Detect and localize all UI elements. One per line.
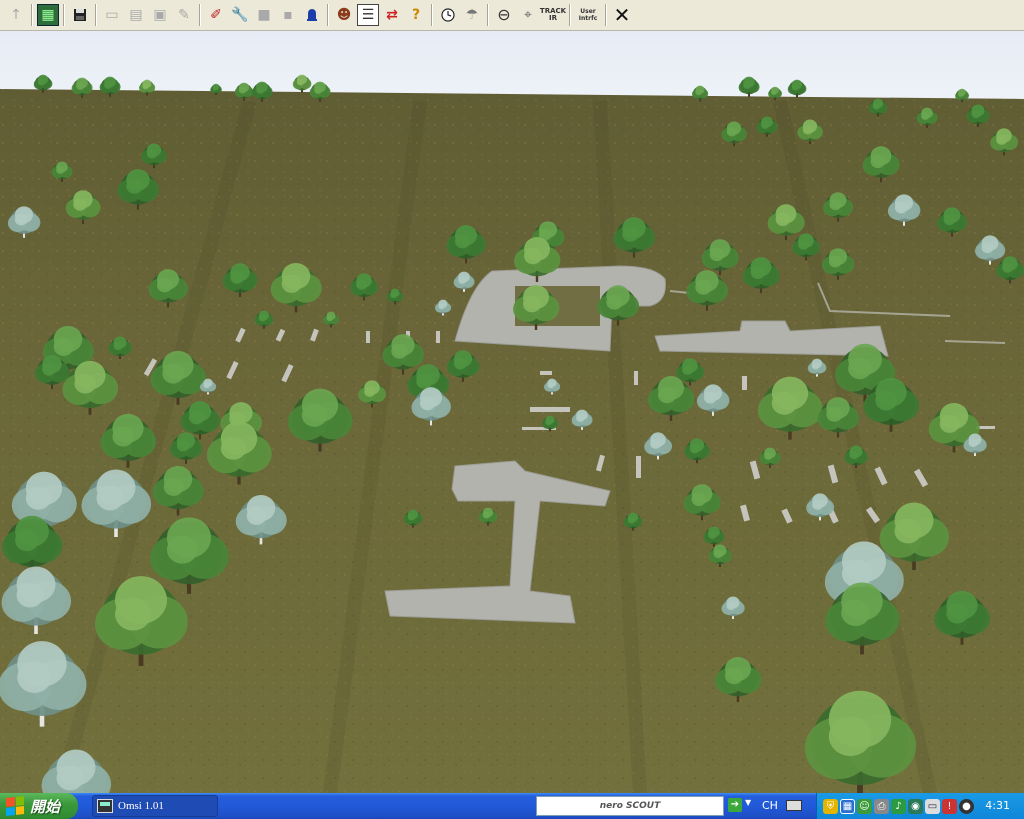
swap-icon[interactable]: ⇄: [381, 4, 403, 26]
bell-icon[interactable]: [301, 4, 323, 26]
spline-icon[interactable]: ✐: [205, 4, 227, 26]
nero-scout-search-input[interactable]: nero SCOUT: [536, 796, 724, 816]
new-icon[interactable]: ▭: [101, 4, 123, 26]
mouse-icon[interactable]: ⌖: [517, 4, 539, 26]
trackir-icon[interactable]: TRACK IR: [540, 4, 566, 26]
taskbar-item-omsi[interactable]: Omsi 1.01: [92, 795, 218, 817]
speaker-icon[interactable]: ♪: [891, 798, 906, 814]
omsi-app-icon: [97, 799, 113, 813]
up-arrow-icon[interactable]: ↑: [5, 4, 27, 26]
network-icon[interactable]: ▦: [840, 798, 855, 814]
system-tray: ⛨ ▦ ☺ ⎙ ♪ ◉ ▭ ! ● 4:31: [816, 793, 1024, 819]
disk-icon[interactable]: ◉: [908, 798, 923, 814]
nero-scout-logo: nero SCOUT: [599, 801, 661, 811]
person-icon[interactable]: ☻: [333, 4, 355, 26]
windows-taskbar: 開始 Omsi 1.01 nero SCOUT ➔ ▼ CH ⛨ ▦ ☺ ⎙ ♪…: [0, 793, 1024, 819]
gray-block2-icon[interactable]: ▪: [277, 4, 299, 26]
view-icon[interactable]: ⊖: [493, 4, 515, 26]
terrain-scene: [0, 31, 1024, 793]
alert-icon[interactable]: !: [942, 798, 957, 814]
close-icon[interactable]: ✕: [611, 4, 633, 26]
toolbar-separator: [327, 4, 329, 26]
map-icon[interactable]: ▦: [37, 4, 59, 26]
msn-icon[interactable]: ☺: [857, 798, 872, 814]
start-label: 開始: [30, 797, 61, 816]
toolbar-separator: [63, 4, 65, 26]
help-icon[interactable]: ?: [405, 4, 427, 26]
shield-icon[interactable]: ⛨: [823, 798, 838, 814]
chevron-down-icon[interactable]: ▼: [745, 798, 751, 807]
toolbar-separator: [487, 4, 489, 26]
list-icon[interactable]: ☰: [357, 4, 379, 26]
brush-icon[interactable]: ✎: [173, 4, 195, 26]
save-icon[interactable]: [69, 4, 91, 26]
gray-block-icon[interactable]: ■: [253, 4, 275, 26]
wrench-icon[interactable]: 🔧: [229, 4, 251, 26]
printer-icon[interactable]: ⎙: [874, 798, 889, 814]
keyboard-icon[interactable]: [786, 800, 802, 811]
taskbar-item-label: Omsi 1.01: [118, 800, 164, 812]
frame-icon[interactable]: ▣: [149, 4, 171, 26]
language-indicator[interactable]: CH: [762, 799, 778, 812]
3d-terrain-viewport[interactable]: [0, 31, 1024, 793]
editor-toolbar: ↑ ▦ ▭ ▤ ▣ ✎ ✐ 🔧 ■ ▪ ☻ ☰ ⇄ ? ☂ ⊖ ⌖ TRACK …: [0, 0, 1024, 31]
media-icon[interactable]: ●: [959, 798, 974, 814]
tile-icon[interactable]: ▤: [125, 4, 147, 26]
go-arrow-icon[interactable]: ➔: [728, 798, 742, 812]
toolbar-separator: [605, 4, 607, 26]
clock-icon[interactable]: [437, 4, 459, 26]
clock[interactable]: 4:31: [985, 799, 1010, 812]
toolbar-separator: [199, 4, 201, 26]
windows-logo-icon: [6, 796, 24, 816]
toolbar-separator: [95, 4, 97, 26]
start-button[interactable]: 開始: [0, 793, 78, 819]
toolbar-separator: [569, 4, 571, 26]
monitor-icon[interactable]: ▭: [925, 798, 940, 814]
toolbar-separator: [31, 4, 33, 26]
user-interface-icon[interactable]: User Intrfc: [575, 4, 601, 26]
weather-icon[interactable]: ☂: [461, 4, 483, 26]
toolbar-separator: [431, 4, 433, 26]
